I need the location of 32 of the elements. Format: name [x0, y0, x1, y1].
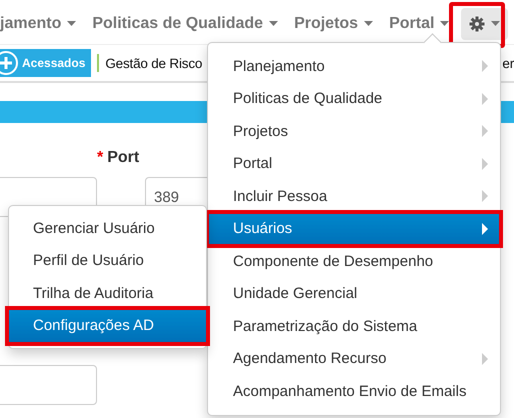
input-field[interactable] [0, 365, 97, 405]
menu-item[interactable]: Trilha de Auditoria [9, 277, 206, 310]
menu-item[interactable]: Agendamento Recurso [208, 342, 500, 375]
menu-item[interactable]: Usuários [208, 212, 500, 245]
menu-item[interactable]: Unidade Gerencial [208, 278, 500, 310]
caret-icon [491, 21, 500, 26]
nav-menu[interactable]: jamento [0, 14, 76, 32]
nav-menu[interactable]: Portal [389, 14, 450, 32]
caret-icon [269, 21, 278, 26]
settings-icon [469, 16, 486, 32]
menu-item[interactable]: Perfil de Usuário [9, 244, 206, 277]
port-label-text: Port [107, 149, 140, 168]
menu-item[interactable]: Portal [208, 148, 500, 180]
caret-icon [440, 21, 450, 26]
nav-menu[interactable]: Politicas de Qualidade [92, 14, 278, 32]
caret-icon [67, 21, 76, 26]
required-mark: * [97, 149, 104, 168]
menu-item[interactable]: Componente de Desempenho [208, 245, 500, 278]
settings-button[interactable] [461, 8, 508, 40]
menu-item[interactable]: Configurações AD [9, 310, 206, 342]
quick-link[interactable]: Gestão de Risco [105, 56, 202, 70]
menu-item[interactable]: Acompanhamento Envio de Emails [208, 375, 500, 408]
menu-item[interactable]: Incluir Pessoa [208, 180, 500, 212]
caret-icon [364, 21, 374, 26]
plus-icon [0, 51, 18, 75]
nav-menu[interactable]: Projetos [294, 14, 374, 32]
menu-item[interactable]: Planejamento [208, 50, 500, 82]
menu-item[interactable]: Projetos [208, 115, 500, 148]
menu-item[interactable]: Parametrização do Sistema [208, 310, 500, 342]
menu-item[interactable]: Gerenciar Usuário [9, 212, 206, 244]
quick-link[interactable]: er [502, 56, 514, 70]
menu-item[interactable]: Politicas de Qualidade [208, 82, 500, 115]
